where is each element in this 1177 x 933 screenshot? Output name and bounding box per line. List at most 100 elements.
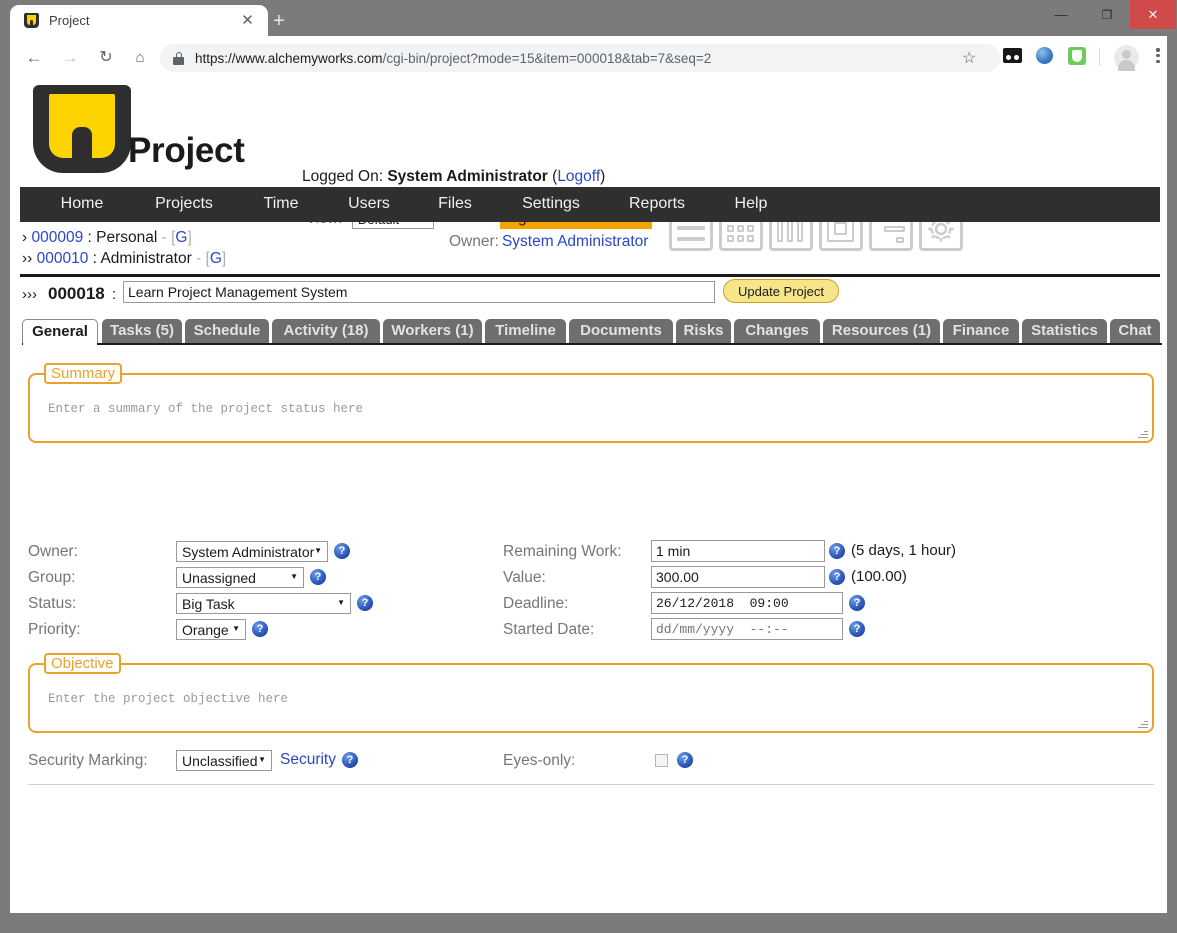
forward-icon[interactable]: → — [57, 45, 83, 71]
breadcrumb-group-link[interactable]: G — [210, 250, 222, 267]
home-icon[interactable]: ⌂ — [127, 45, 153, 71]
tab-documents[interactable]: Documents — [569, 319, 673, 344]
breadcrumb-item: › 000009 : Personal - [G] — [22, 227, 1162, 248]
remaining-work-input[interactable] — [651, 540, 825, 562]
summary-resize-handle[interactable] — [1138, 428, 1148, 438]
breadcrumb-dash: - — [157, 229, 172, 246]
nav-item-projects[interactable]: Projects — [138, 195, 230, 213]
status-select[interactable]: Big Task ▼ — [176, 593, 351, 614]
window-maximize-button[interactable]: ❐ — [1084, 0, 1130, 29]
tab-label: Tasks (5) — [110, 322, 174, 339]
tab-workers-1[interactable]: Workers (1) — [383, 319, 482, 344]
status-help-icon[interactable]: ? — [357, 595, 373, 611]
breadcrumb-name: Administrator — [100, 250, 192, 267]
window-minimize-button[interactable]: — — [1038, 0, 1084, 29]
breadcrumb-id-link[interactable]: 000010 — [37, 250, 89, 267]
objective-resize-handle[interactable] — [1138, 718, 1148, 728]
nav-item-label: Reports — [628, 195, 686, 212]
breadcrumb-id-link[interactable]: 000009 — [31, 229, 83, 246]
group-select[interactable]: Unassigned ▼ — [176, 567, 304, 588]
tabs-active-gap — [23, 343, 97, 345]
window-close-button[interactable]: ✕ — [1130, 0, 1176, 29]
nav-item-reports[interactable]: Reports — [614, 195, 700, 213]
reload-icon[interactable]: ↻ — [93, 45, 119, 71]
update-project-button-top[interactable]: Update Project — [723, 279, 839, 303]
tab-label: Chat — [1118, 322, 1152, 339]
summary-placeholder[interactable]: Enter a summary of the project status he… — [48, 402, 363, 416]
tab-tasks-5[interactable]: Tasks (5) — [102, 319, 182, 344]
project-logo-icon — [23, 12, 40, 29]
tab-general[interactable]: General — [22, 319, 98, 344]
close-tab-icon[interactable]: ✕ — [239, 12, 256, 29]
group-select-value: Unassigned — [182, 570, 256, 586]
value-input[interactable] — [651, 566, 825, 588]
logged-on-status: Logged On: System Administrator (Logoff) — [302, 168, 605, 186]
eyes-only-help-icon[interactable]: ? — [677, 752, 693, 768]
avatar[interactable] — [1114, 45, 1139, 71]
deadline-help-icon[interactable]: ? — [849, 595, 865, 611]
browser-tab[interactable]: Project ✕ — [10, 5, 268, 36]
alchemy-logo-icon — [33, 85, 131, 173]
project-title-input[interactable] — [123, 281, 715, 303]
chevron-down-icon: ▼ — [337, 598, 345, 607]
priority-select[interactable]: Orange ▼ — [176, 619, 246, 640]
nav-item-settings[interactable]: Settings — [507, 195, 595, 213]
tab-changes[interactable]: Changes — [734, 319, 820, 344]
started-date-help-icon[interactable]: ? — [849, 621, 865, 637]
new-tab-button[interactable]: + — [268, 11, 290, 33]
status-select-value: Big Task — [182, 596, 235, 612]
tab-statistics[interactable]: Statistics — [1022, 319, 1107, 344]
started-date-input[interactable] — [651, 618, 843, 640]
objective-legend: Objective — [44, 653, 121, 674]
tab-timeline[interactable]: Timeline — [485, 319, 566, 344]
bookmark-star-icon[interactable]: ☆ — [962, 48, 976, 68]
extension-shield-icon[interactable] — [1068, 47, 1086, 65]
address-bar[interactable]: https://www.alchemyworks.com/cgi-bin/pro… — [160, 44, 1000, 72]
nav-item-label: Help — [734, 195, 768, 212]
owner-select[interactable]: System Administrator ▼ — [176, 541, 328, 562]
project-id: 000018 — [48, 284, 105, 303]
tab-label: Workers (1) — [391, 322, 474, 339]
value-help-icon[interactable]: ? — [829, 569, 845, 585]
security-marking-select[interactable]: Unclassified ▼ — [176, 750, 272, 771]
security-help-icon[interactable]: ? — [342, 752, 358, 768]
item-separator: : — [112, 286, 117, 303]
extension-globe-icon[interactable] — [1036, 47, 1053, 64]
group-help-icon[interactable]: ? — [310, 569, 326, 585]
deadline-input[interactable] — [651, 592, 843, 614]
tab-label: Statistics — [1031, 322, 1098, 339]
nav-item-label: Settings — [522, 195, 580, 212]
remaining-work-help-icon[interactable]: ? — [829, 543, 845, 559]
nav-item-home[interactable]: Home — [42, 195, 122, 213]
value-note: (100.00) — [851, 568, 907, 585]
logoff-link[interactable]: Logoff — [557, 168, 600, 185]
security-marking-value: Unclassified — [182, 753, 258, 769]
priority-help-icon[interactable]: ? — [252, 621, 268, 637]
tab-activity-18[interactable]: Activity (18) — [272, 319, 380, 344]
nav-item-time[interactable]: Time — [248, 195, 314, 213]
nav-item-help[interactable]: Help — [720, 195, 782, 213]
security-link[interactable]: Security — [280, 751, 336, 769]
tab-label: Documents — [580, 322, 662, 339]
tab-schedule[interactable]: Schedule — [185, 319, 269, 344]
eyes-only-checkbox[interactable] — [655, 754, 668, 767]
tab-finance[interactable]: Finance — [943, 319, 1019, 344]
page-viewport: Project Logged On: System Administrator … — [10, 79, 1167, 913]
remaining-work-note: (5 days, 1 hour) — [851, 542, 957, 559]
objective-placeholder[interactable]: Enter the project objective here — [48, 692, 288, 706]
nav-item-files[interactable]: Files — [424, 195, 486, 213]
extension-icon-1[interactable] — [1003, 48, 1022, 63]
tab-risks[interactable]: Risks — [676, 319, 731, 344]
breadcrumb-group-link[interactable]: G — [175, 229, 187, 246]
back-icon[interactable]: ← — [21, 45, 47, 71]
chevron-down-icon: ▼ — [290, 572, 298, 581]
tab-resources-1[interactable]: Resources (1) — [823, 319, 940, 344]
tab-chat[interactable]: Chat — [1110, 319, 1160, 344]
eyes-only-label: Eyes-only: — [503, 752, 576, 769]
owner-help-icon[interactable]: ? — [334, 543, 350, 559]
main-nav: Home Projects Time Users Files Settings Report… — [20, 187, 1160, 222]
maximize-icon: ❐ — [1101, 8, 1113, 22]
browser-menu-icon[interactable] — [1150, 46, 1166, 68]
nav-item-users[interactable]: Users — [332, 195, 406, 213]
breadcrumb-name: Personal — [96, 229, 158, 246]
